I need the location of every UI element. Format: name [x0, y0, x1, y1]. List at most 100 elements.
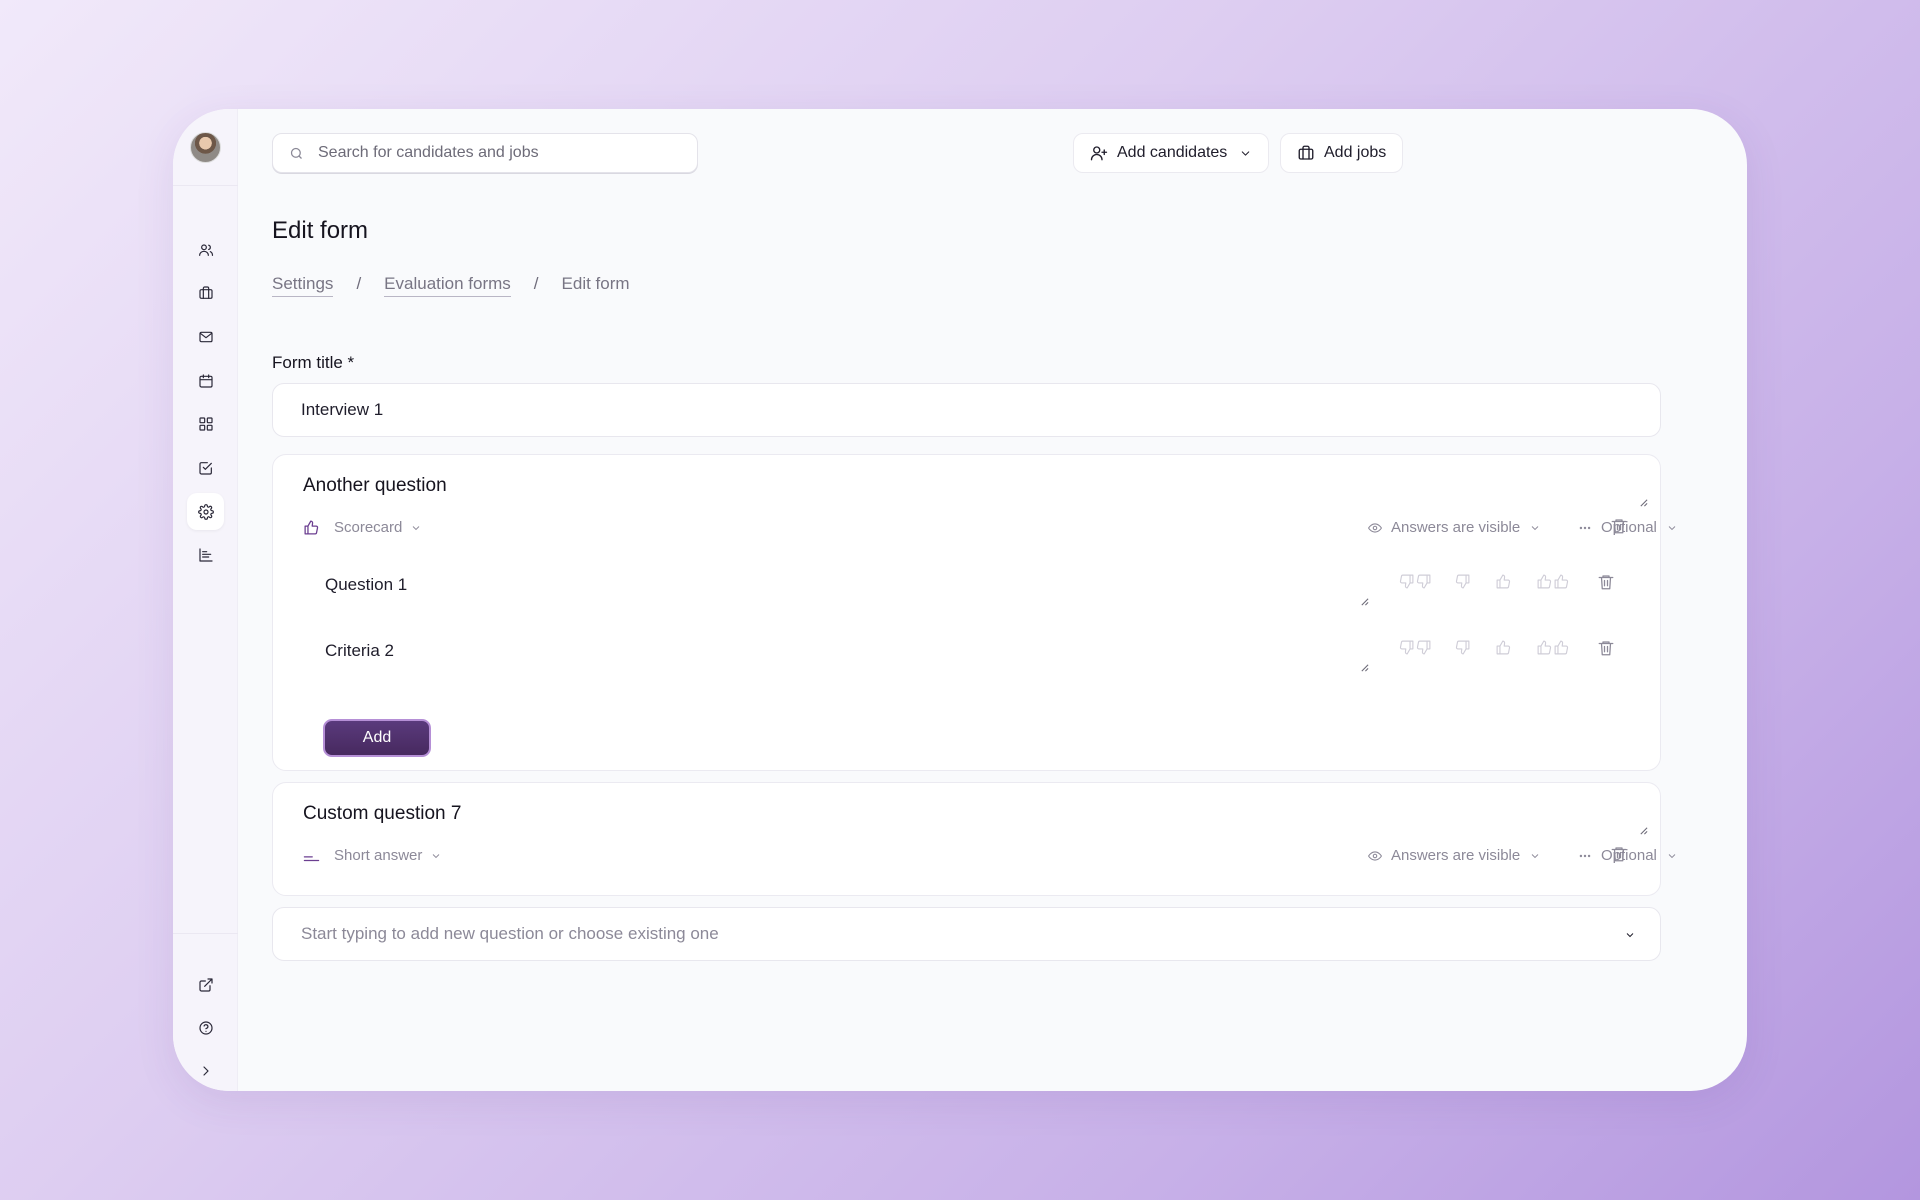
sidebar-item-apps[interactable]: [187, 405, 224, 442]
chart-icon: [198, 547, 213, 562]
thumbs-up-icon: [303, 519, 320, 536]
question-card: Another question Scorecard Answers are v…: [272, 454, 1676, 771]
thumbs-down-icon: [1416, 574, 1431, 589]
sidebar-item-inbox[interactable]: [187, 318, 224, 355]
app-window: Add candidates Add jobs Edit form Settin…: [173, 109, 1747, 1091]
resize-handle-icon[interactable]: [1360, 659, 1369, 672]
search-bar[interactable]: [272, 133, 698, 173]
eye-icon: [1368, 522, 1382, 533]
thumbs-down-icon: [1399, 574, 1414, 589]
chevron-down-icon: [1531, 525, 1539, 530]
chevron-down-icon: [1242, 150, 1250, 156]
expand-chevron-icon: [202, 1065, 209, 1076]
question-type-select[interactable]: Short answer: [303, 847, 442, 864]
criteria-row: Criteria 2: [303, 627, 1633, 677]
delete-question-button[interactable]: [1610, 845, 1628, 863]
sidebar-item-settings[interactable]: [187, 493, 224, 530]
briefcase-icon: [1298, 145, 1314, 160]
grid-icon: [198, 416, 213, 431]
visibility-select[interactable]: Answers are visible: [1368, 847, 1541, 864]
rating-strong-yes[interactable]: [1536, 639, 1570, 656]
add-criteria-button[interactable]: Add: [323, 719, 431, 757]
thumbs-up-icon: [1537, 640, 1552, 655]
criteria-name[interactable]: Criteria 2: [325, 641, 394, 661]
page-title: Edit form: [272, 217, 369, 244]
resize-handle-icon[interactable]: [1639, 494, 1648, 507]
question-card: Custom question 7 Short answer Answers a…: [272, 782, 1676, 896]
sidebar-expand[interactable]: [187, 1052, 224, 1089]
user-avatar[interactable]: [190, 132, 221, 163]
resize-handle-icon[interactable]: [1360, 593, 1369, 606]
chevron-down-icon[interactable]: [1624, 929, 1636, 941]
thumbs-up-icon: [1554, 574, 1569, 589]
thumbs-down-icon: [1399, 640, 1414, 655]
resize-handle-icon[interactable]: [1639, 822, 1648, 835]
breadcrumb-separator: /: [356, 274, 362, 293]
sidebar-item-tasks[interactable]: [187, 449, 224, 486]
external-link-icon: [198, 977, 213, 992]
trash-icon: [1598, 575, 1614, 590]
delete-criteria-button[interactable]: [1597, 573, 1615, 591]
mail-icon: [198, 331, 213, 342]
sidebar-divider: [173, 185, 238, 186]
question-title[interactable]: Custom question 7: [303, 803, 461, 825]
help-icon: [198, 1020, 213, 1035]
rating-no[interactable]: [1454, 639, 1471, 656]
thumbs-up-icon: [1537, 574, 1552, 589]
add-jobs-label: Add jobs: [1324, 144, 1387, 161]
thumbs-up-icon: [1554, 640, 1569, 655]
chevron-down-icon: [1531, 853, 1539, 858]
more-dots-icon: [1579, 854, 1591, 857]
thumbs-down-icon: [1416, 640, 1431, 655]
search-input[interactable]: [318, 144, 678, 162]
more-dots-icon: [1579, 526, 1591, 529]
chevron-down-icon: [413, 525, 420, 530]
add-candidates-label: Add candidates: [1117, 144, 1228, 161]
sidebar: [173, 109, 238, 1091]
visibility-select[interactable]: Answers are visible: [1368, 519, 1541, 536]
thumbs-down-icon: [1455, 640, 1470, 655]
breadcrumb-settings[interactable]: Settings: [272, 274, 334, 297]
trash-icon: [1598, 641, 1614, 656]
calendar-icon: [198, 373, 213, 388]
sidebar-item-jobs[interactable]: [187, 274, 224, 311]
criteria-name[interactable]: Question 1: [325, 575, 407, 595]
delete-question-button[interactable]: [1610, 517, 1628, 535]
rating-strong-yes[interactable]: [1536, 573, 1570, 590]
form-title-input[interactable]: Interview 1: [272, 383, 1661, 437]
criteria-row: Question 1: [303, 561, 1633, 611]
breadcrumb: Settings / Evaluation forms / Edit form: [272, 274, 630, 297]
search-icon: [290, 147, 302, 159]
question-type-select[interactable]: Scorecard: [303, 519, 422, 536]
sidebar-item-help[interactable]: [187, 1009, 224, 1046]
new-question-input[interactable]: Start typing to add new question or choo…: [272, 907, 1661, 961]
rating-strong-no[interactable]: [1398, 639, 1432, 656]
sidebar-item-external[interactable]: [187, 966, 224, 1003]
rating-yes[interactable]: [1495, 573, 1512, 590]
breadcrumb-evaluation-forms[interactable]: Evaluation forms: [384, 274, 511, 297]
sidebar-item-candidates[interactable]: [187, 231, 224, 268]
question-title[interactable]: Another question: [303, 475, 447, 497]
sidebar-item-calendar[interactable]: [187, 362, 224, 399]
delete-criteria-button[interactable]: [1597, 639, 1615, 657]
add-candidates-button[interactable]: Add candidates: [1073, 133, 1270, 173]
visibility-label: Answers are visible: [1391, 519, 1521, 536]
add-jobs-button[interactable]: Add jobs: [1280, 133, 1404, 173]
settings-gear-icon: [197, 503, 214, 520]
briefcase-icon: [198, 285, 213, 299]
thumbs-up-icon: [1496, 640, 1511, 655]
rating-strong-no[interactable]: [1398, 573, 1432, 590]
trash-icon: [1611, 519, 1627, 534]
new-question-placeholder: Start typing to add new question or choo…: [301, 924, 719, 943]
trash-icon: [1611, 847, 1627, 862]
breadcrumb-current: Edit form: [561, 274, 630, 293]
visibility-label: Answers are visible: [1391, 847, 1521, 864]
users-icon: [198, 243, 213, 256]
short-answer-icon: [303, 847, 320, 864]
question-type-label: Scorecard: [334, 519, 403, 536]
sidebar-item-reports[interactable]: [187, 536, 224, 573]
breadcrumb-separator: /: [533, 274, 539, 293]
rating-no[interactable]: [1454, 573, 1471, 590]
rating-yes[interactable]: [1495, 639, 1512, 656]
sidebar-divider-bottom: [173, 933, 238, 934]
